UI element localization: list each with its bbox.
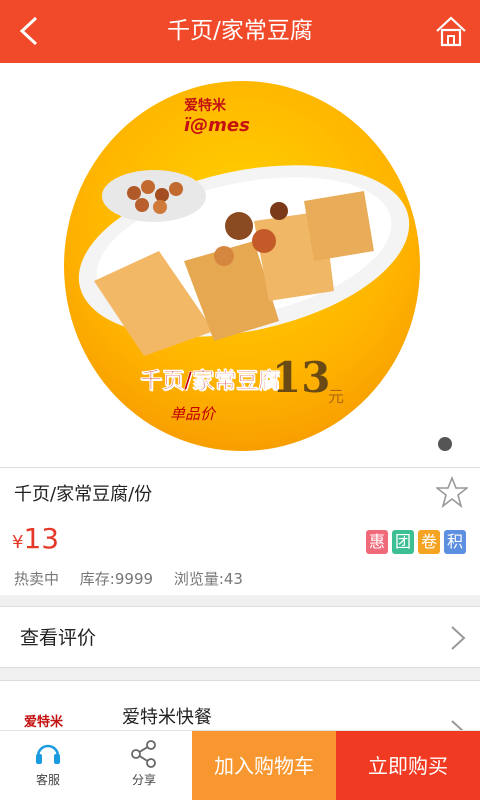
image-price: 13	[272, 353, 331, 402]
carousel-indicator-dot[interactable]	[438, 437, 452, 451]
product-stats: 热卖中 库存:9999 浏览量:43	[14, 568, 259, 589]
currency-symbol: ¥	[12, 532, 24, 553]
bottom-action-bar: 客服 分享 加入购物车 立即购买	[0, 730, 480, 800]
chevron-right-icon	[451, 626, 466, 650]
view-reviews-label: 查看评价	[20, 627, 97, 649]
tag-group: 团	[392, 530, 414, 554]
product-price: ¥13	[12, 522, 59, 555]
brand-logo: 爱特米 ï@mes	[184, 98, 250, 136]
add-to-cart-button[interactable]: 加入购物车	[192, 731, 336, 800]
product-name: 千页/家常豆腐/份	[14, 484, 153, 505]
image-price-unit: 元	[328, 387, 345, 406]
share-button[interactable]: 分享	[96, 731, 192, 800]
promo-tags: 惠 团 卷 积	[366, 530, 466, 554]
product-image	[64, 81, 420, 451]
customer-service-button[interactable]: 客服	[0, 731, 96, 800]
top-bar: 千页/家常豆腐	[0, 0, 480, 63]
product-info: 千页/家常豆腐/份 ¥13 惠 团 卷 积 热卖中 库存:9999 浏览量:43	[0, 467, 480, 595]
image-script-text: 单品价	[170, 405, 216, 423]
tag-discount: 惠	[366, 530, 388, 554]
home-icon[interactable]	[434, 14, 468, 48]
stock-text: 库存:9999	[79, 570, 154, 588]
dish-illustration	[78, 165, 410, 356]
status-text: 热卖中	[14, 570, 60, 588]
share-icon	[131, 740, 156, 768]
tag-coupon: 卷	[418, 530, 440, 554]
views-text: 浏览量:43	[173, 570, 243, 588]
page-title: 千页/家常豆腐	[167, 18, 313, 44]
service-label: 客服	[35, 773, 60, 787]
tag-points: 积	[444, 530, 466, 554]
store-name: 爱特米快餐	[122, 707, 212, 728]
favorite-star-icon[interactable]	[436, 476, 468, 508]
headset-icon	[36, 744, 60, 764]
store-logo: 爱特米	[24, 715, 64, 730]
image-dish-label: 千页/家常豆腐	[140, 369, 281, 395]
buy-now-button[interactable]: 立即购买	[336, 731, 480, 800]
share-label: 分享	[131, 773, 156, 787]
product-image-carousel[interactable]: 爱特米 ï@mes 千页/家常豆腐 13 元 单品价	[0, 63, 480, 467]
price-value: 13	[23, 522, 60, 555]
view-reviews-row[interactable]: 查看评价	[0, 606, 480, 668]
